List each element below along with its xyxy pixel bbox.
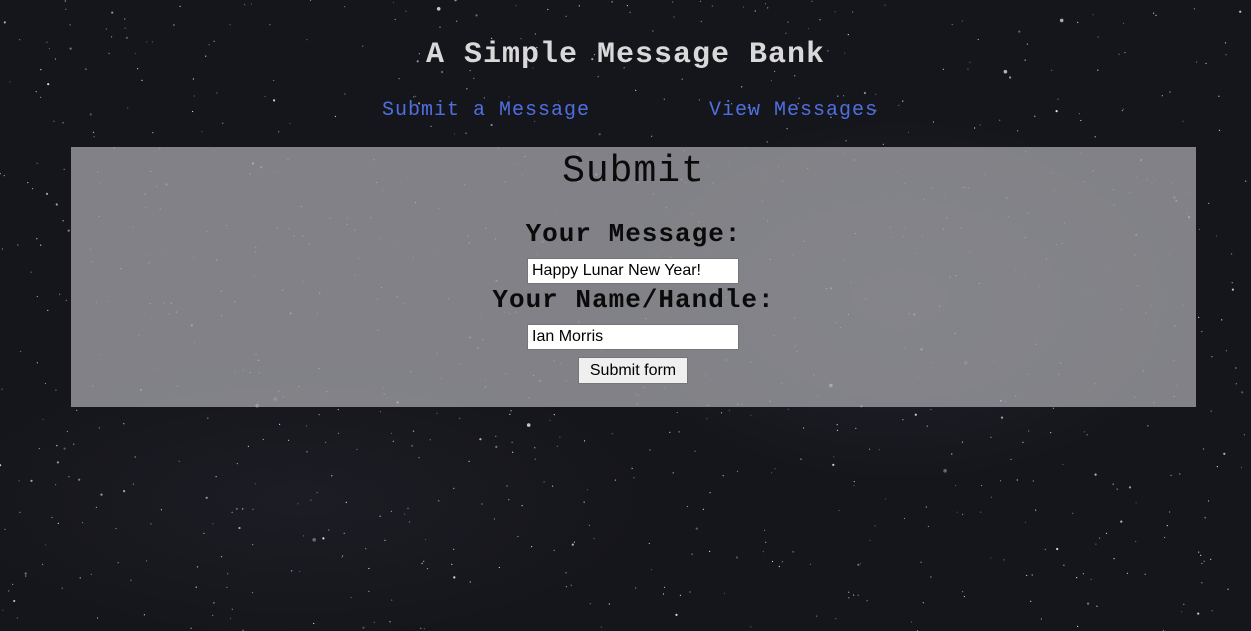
message-label: Your Message: (525, 219, 742, 249)
submit-form-panel: Submit Your Message: Your Name/Handle: S… (71, 147, 1196, 407)
form-heading: Submit (562, 150, 705, 193)
name-label: Your Name/Handle: (492, 285, 775, 315)
site-title: A Simple Message Bank (425, 38, 826, 72)
name-input[interactable] (527, 324, 739, 350)
submit-button[interactable]: Submit form (578, 357, 688, 384)
main-nav: Submit a Message View Messages (0, 99, 1251, 125)
message-input[interactable] (527, 258, 739, 284)
nav-view-link[interactable]: View Messages (709, 99, 878, 122)
nav-submit-link[interactable]: Submit a Message (382, 99, 590, 122)
